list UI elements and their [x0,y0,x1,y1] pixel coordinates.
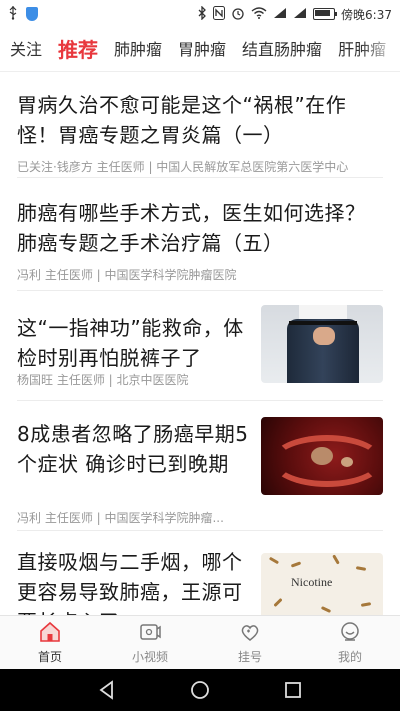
article-item[interactable]: 直接吸烟与二手烟，哪个更容易导致肺癌，王源可要长点心了 Nicotine [17,531,383,615]
system-nav-bar [0,669,400,711]
battery-icon [313,8,338,20]
alarm-icon [231,6,245,23]
article-item[interactable]: 胃病久治不愈可能是这个“祸根”在作怪！胃癌专题之胃炎篇（一） 已关注·钱彦方 主… [17,72,383,178]
article-thumbnail [261,417,383,495]
nav-label: 我的 [337,650,362,664]
article-title: 胃病久治不愈可能是这个“祸根”在作怪！胃癌专题之胃炎篇（一） [17,93,347,147]
nfc-icon [213,5,226,23]
article-title: 肺癌有哪些手术方式，医生如何选择？肺癌专题之手术治疗篇（五） [17,201,366,255]
article-meta: 冯利 主任医师 | 中国医学科学院肿瘤医院 [17,268,237,282]
recents-icon[interactable] [282,679,304,701]
shield-icon [26,7,38,21]
bluetooth-icon [198,4,207,23]
nav-home[interactable]: 首页 [0,616,100,669]
tab-stomach-tumor[interactable]: 胃肿瘤 [170,28,234,71]
tab-fade [360,28,400,71]
article-meta: 杨国旺 主任医师 | 北京中医医院 [17,373,189,387]
nav-label: 首页 [37,650,62,664]
article-title: 8成患者忽略了肠癌早期5个症状 确诊时已到晚期 [17,422,249,476]
status-time: 傍晚6:37 [341,7,392,22]
article-title: 这“一指神功”能救命，体检时别再怕脱裤子了 [17,316,244,370]
thumbnail-text: Nicotine [291,575,333,589]
bottom-nav: 首页 小视频 挂号 我的 [0,615,400,669]
article-thumbnail: Nicotine [261,553,383,615]
heart-hands-icon [241,625,259,641]
article-thumbnail [261,305,383,383]
article-item[interactable]: 这“一指神功”能救命，体检时别再怕脱裤子了 杨国旺 主任医师 | 北京中医医院 [17,291,383,401]
nav-label: 挂号 [237,650,262,664]
tab-recommended[interactable]: 推荐 [50,28,106,71]
article-item[interactable]: 8成患者忽略了肠癌早期5个症状 确诊时已到晚期 冯利 主任医师 | 中国医学科学… [17,401,383,531]
nav-profile[interactable]: 我的 [300,616,400,669]
tab-following[interactable]: 关注 [0,28,50,71]
article-meta: 已关注·钱彦方 主任医师 | 中国人民解放军总医院第六医学中心 [17,160,349,174]
usb-icon [8,5,18,23]
home-button-icon[interactable] [189,679,211,701]
signal-icon [273,7,287,22]
article-title: 直接吸烟与二手烟，哪个更容易导致肺癌，王源可要长点心了 [17,550,243,615]
category-tabs: 关注 推荐 肺肿瘤 胃肿瘤 结直肠肿瘤 肝肿瘤 [0,28,400,72]
back-icon[interactable] [96,679,118,701]
signal-icon-2 [293,7,307,22]
nav-short-video[interactable]: 小视频 [100,616,200,669]
home-icon [40,621,60,642]
video-icon [140,624,161,640]
nav-register[interactable]: 挂号 [200,616,300,669]
status-bar: 傍晚6:37 [0,0,400,28]
profile-icon [341,622,359,641]
article-item[interactable]: 肺癌有哪些手术方式，医生如何选择？肺癌专题之手术治疗篇（五） 冯利 主任医师 |… [17,178,383,291]
article-meta: 冯利 主任医师 | 中国医学科学院肿瘤... [17,511,224,525]
article-feed[interactable]: 胃病久治不愈可能是这个“祸根”在作怪！胃癌专题之胃炎篇（一） 已关注·钱彦方 主… [0,72,400,615]
tab-colorectal-tumor[interactable]: 结直肠肿瘤 [234,28,330,71]
nav-label: 小视频 [131,650,168,664]
wifi-icon [251,6,267,22]
tab-lung-tumor[interactable]: 肺肿瘤 [106,28,170,71]
